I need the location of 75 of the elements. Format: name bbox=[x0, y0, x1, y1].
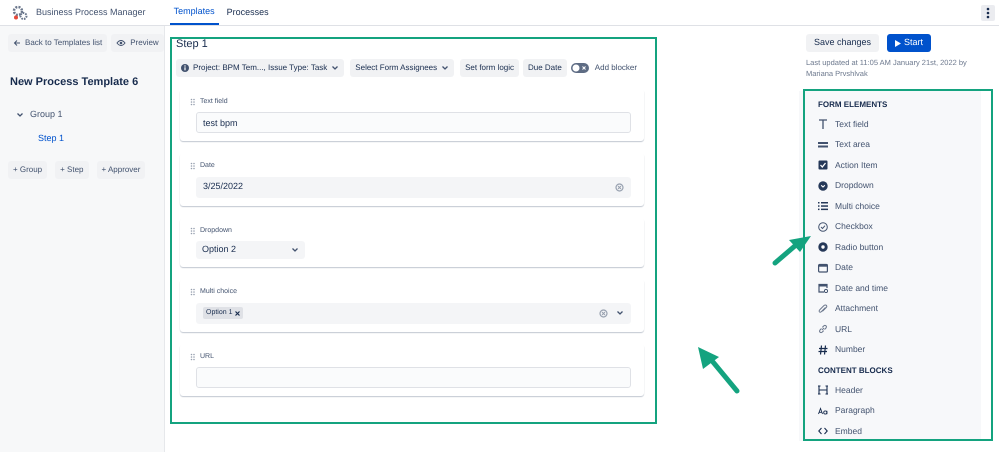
date-field[interactable]: 3/25/2022 bbox=[196, 176, 631, 198]
heading-icon bbox=[818, 385, 828, 396]
chevron-icon bbox=[616, 309, 624, 317]
add-button[interactable]: + Group bbox=[8, 160, 48, 178]
step-title: Step 1 bbox=[176, 37, 209, 52]
palette-item[interactable]: Dropdown bbox=[818, 176, 874, 196]
chevron-icon bbox=[331, 64, 340, 72]
section-title: CONTENT BLOCKS bbox=[818, 365, 894, 377]
code-icon bbox=[818, 426, 828, 436]
dropdown-icon bbox=[818, 180, 828, 191]
palette-item[interactable]: Action Item bbox=[818, 155, 878, 176]
palette-item[interactable]: Checkbox bbox=[818, 216, 873, 237]
calendar-clock-icon bbox=[818, 283, 828, 294]
app-title: Business Process Manager bbox=[36, 6, 146, 19]
dropdown-button[interactable]: Select Form Assignees bbox=[350, 58, 454, 76]
annotation-arrow bbox=[698, 347, 740, 394]
check-circle-icon bbox=[818, 222, 828, 232]
annotation-arrow bbox=[772, 236, 811, 266]
palette-item[interactable]: Number bbox=[818, 340, 866, 360]
palette-item[interactable]: Embed bbox=[818, 421, 862, 442]
gears-icon bbox=[12, 4, 28, 20]
template-title: New Process Template 6 bbox=[10, 75, 140, 90]
input-field[interactable]: test bpm bbox=[196, 112, 631, 133]
toolbar-button[interactable]: Set form logic bbox=[460, 58, 519, 76]
toggle-switch[interactable] bbox=[570, 62, 589, 72]
palette-item[interactable]: Text area bbox=[818, 134, 870, 155]
paragraph-icon bbox=[818, 406, 828, 416]
palette-item[interactable]: Multi choice bbox=[818, 196, 880, 216]
hash-icon bbox=[818, 344, 828, 355]
nav-tab[interactable]: Templates bbox=[170, 0, 219, 25]
chevron-icon bbox=[441, 64, 450, 72]
more-menu-icon[interactable] bbox=[981, 4, 995, 20]
remove-icon[interactable] bbox=[235, 310, 240, 316]
palette-item[interactable]: Radio button bbox=[818, 237, 884, 258]
radio-icon bbox=[818, 242, 828, 252]
palette-item[interactable]: URL bbox=[818, 319, 852, 340]
drag-handle-icon[interactable] bbox=[190, 162, 196, 170]
toolbar-button[interactable]: Due Date bbox=[523, 58, 567, 76]
eye-icon bbox=[116, 39, 126, 47]
palette-item[interactable]: Date bbox=[818, 258, 853, 278]
drag-handle-icon[interactable] bbox=[190, 98, 196, 106]
input-field[interactable] bbox=[196, 367, 631, 388]
save-button[interactable]: Save changes bbox=[806, 34, 880, 52]
add-button[interactable]: + Approver bbox=[96, 160, 146, 178]
tree-item[interactable]: Group 1 bbox=[8, 102, 158, 126]
palette-item[interactable]: Text field bbox=[818, 114, 869, 134]
chevron-icon bbox=[291, 246, 299, 254]
drag-handle-icon[interactable] bbox=[190, 352, 196, 361]
clear-icon[interactable] bbox=[615, 182, 624, 192]
tree-item[interactable]: Step 1 bbox=[8, 126, 158, 150]
palette-item[interactable]: Attachment bbox=[818, 298, 878, 319]
palette-item[interactable]: Paragraph bbox=[818, 400, 875, 421]
link-icon bbox=[818, 324, 828, 334]
calendar-icon bbox=[818, 262, 828, 273]
palette-item[interactable]: Date and time bbox=[818, 278, 888, 298]
toggle-label: Add blocker bbox=[594, 62, 638, 74]
text-icon bbox=[818, 119, 828, 130]
back-button[interactable]: Back to Templates list bbox=[8, 34, 108, 52]
back-arrow-icon bbox=[13, 39, 21, 47]
start-button[interactable]: Start bbox=[887, 34, 932, 52]
list-icon bbox=[818, 201, 828, 212]
nav-tab[interactable]: Processes bbox=[222, 0, 273, 25]
clear-icon[interactable] bbox=[599, 308, 608, 318]
add-button[interactable]: + Step bbox=[55, 160, 88, 178]
drag-handle-icon[interactable] bbox=[190, 226, 196, 235]
checked-box-icon bbox=[818, 160, 828, 170]
drag-handle-icon[interactable] bbox=[190, 288, 196, 296]
preview-button[interactable]: Preview bbox=[111, 34, 164, 52]
palette-item[interactable]: Header bbox=[818, 380, 863, 400]
paperclip-icon bbox=[818, 304, 828, 314]
lines-icon bbox=[818, 140, 828, 150]
play-icon bbox=[895, 40, 902, 46]
select-field[interactable]: Option 2 bbox=[196, 241, 305, 259]
section-title: FORM ELEMENTS bbox=[818, 99, 888, 111]
dropdown-button[interactable]: Project: BPM Tem..., Issue Type: Task bbox=[176, 58, 344, 76]
